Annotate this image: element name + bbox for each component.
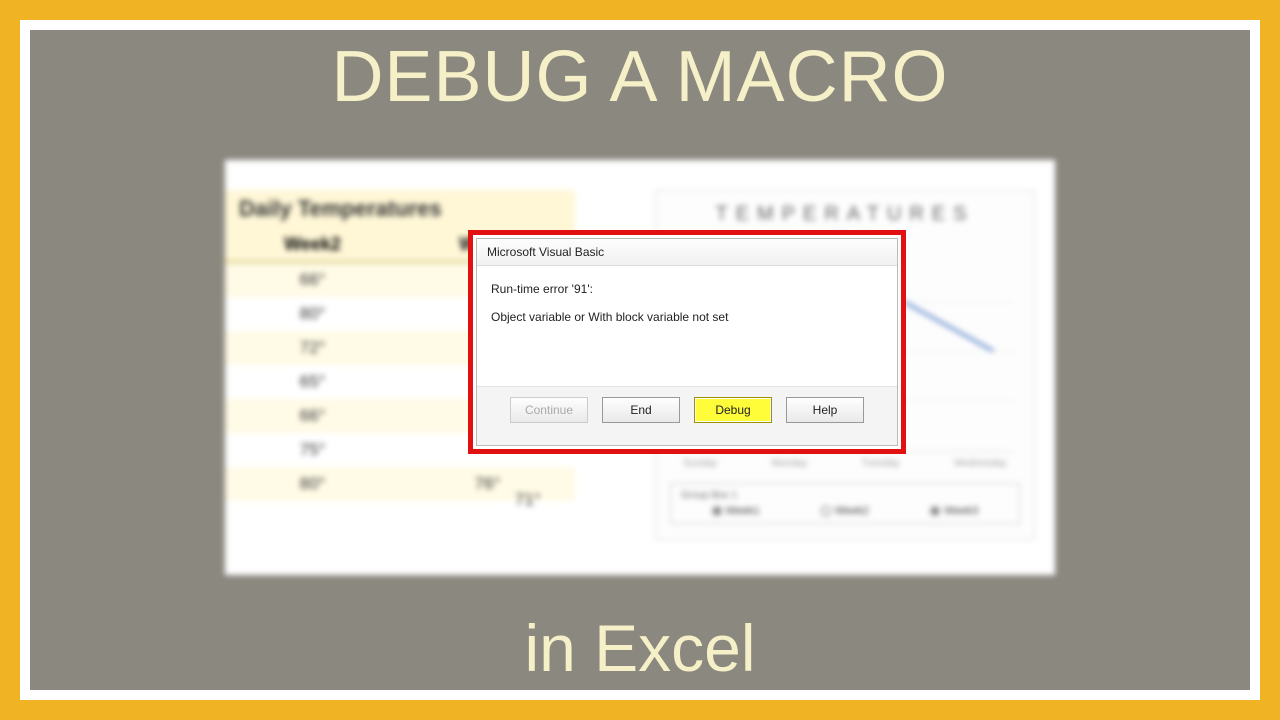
help-button[interactable]: Help <box>786 397 864 423</box>
chart-radio-group: Week1 Week2 Week3 <box>681 501 1009 517</box>
error-dialog-highlight: Microsoft Visual Basic Run-time error '9… <box>468 230 906 454</box>
vba-error-dialog: Microsoft Visual Basic Run-time error '9… <box>476 238 898 446</box>
page-title: DEBUG A MACRO <box>30 36 1250 118</box>
x-tick: Sunday <box>683 458 717 469</box>
dialog-titlebar: Microsoft Visual Basic <box>477 239 897 266</box>
extra-cell: 71° <box>515 490 541 510</box>
radio-week2[interactable]: Week2 <box>821 505 869 517</box>
radio-week1[interactable]: Week1 <box>712 505 760 517</box>
chart-groupbox: Group Box 1 Week1 Week2 Week3 <box>670 483 1020 524</box>
error-code-line: Run-time error '91': <box>491 282 883 296</box>
outer-frame: DEBUG A MACRO Daily Temperatures Week2 W… <box>20 20 1260 700</box>
table-header: Week2 <box>225 228 400 263</box>
radio-icon <box>930 506 940 516</box>
x-tick: Wednesday <box>954 458 1007 469</box>
chart-title: TEMPERATURES <box>656 191 1034 230</box>
continue-button: Continue <box>510 397 588 423</box>
chart-x-axis: Sunday Monday Tuesday Wednesday <box>656 452 1034 475</box>
groupbox-label: Group Box 1 <box>681 490 737 501</box>
end-button[interactable]: End <box>602 397 680 423</box>
dialog-button-row: Continue End Debug Help <box>477 386 897 423</box>
page-subtitle: in Excel <box>30 610 1250 686</box>
radio-week3[interactable]: Week3 <box>930 505 978 517</box>
radio-icon <box>712 506 722 516</box>
table-title: Daily Temperatures <box>225 190 575 228</box>
dialog-body: Run-time error '91': Object variable or … <box>477 266 897 386</box>
debug-button[interactable]: Debug <box>694 397 772 423</box>
error-message-line: Object variable or With block variable n… <box>491 310 883 324</box>
radio-icon <box>821 506 831 516</box>
x-tick: Monday <box>772 458 808 469</box>
inner-frame: DEBUG A MACRO Daily Temperatures Week2 W… <box>30 30 1250 690</box>
x-tick: Tuesday <box>862 458 900 469</box>
